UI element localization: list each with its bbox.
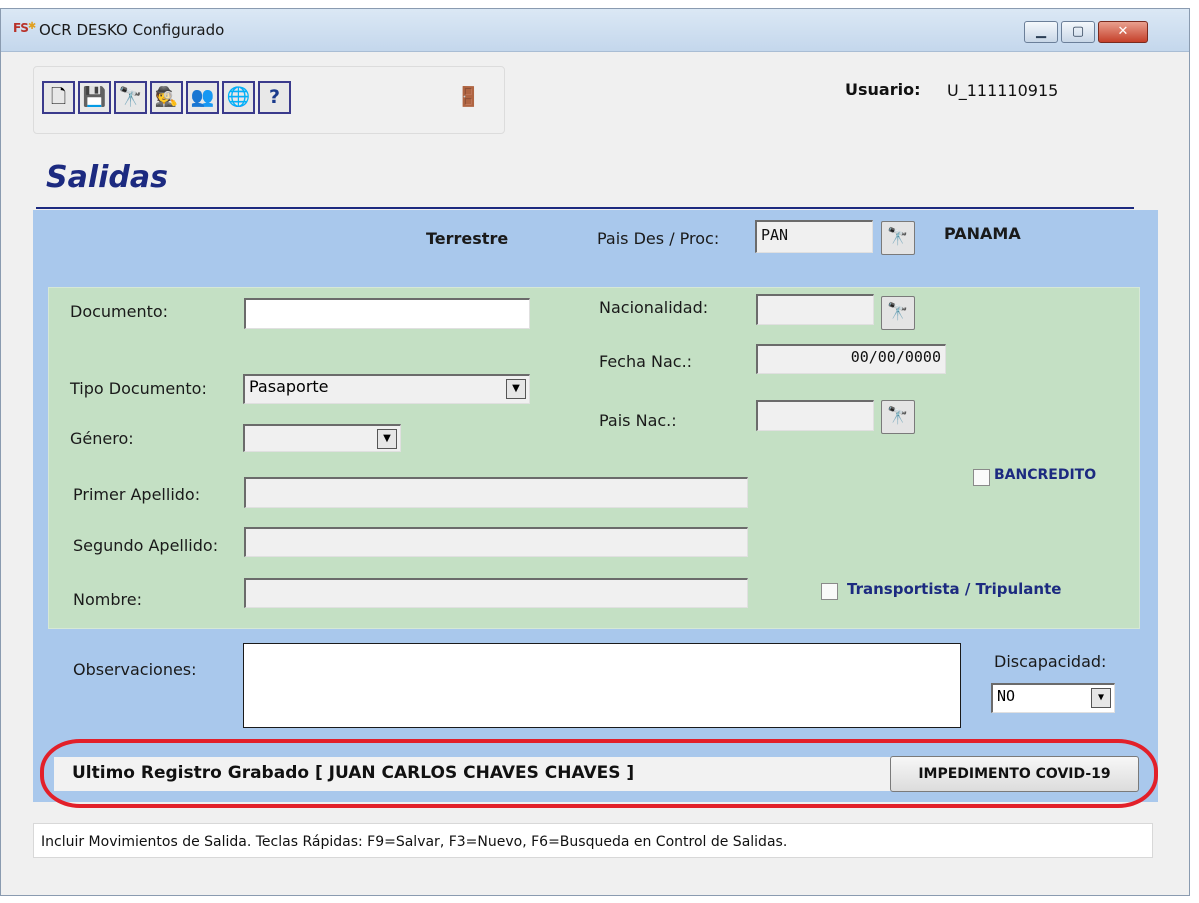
discapacidad-select[interactable]: NO ▼ xyxy=(991,683,1115,713)
app-logo-icon: FS✱ xyxy=(13,21,36,35)
genero-select[interactable]: ▼ xyxy=(243,424,401,452)
chevron-down-icon[interactable]: ▼ xyxy=(1091,688,1111,708)
pais-lookup-button[interactable]: 🔭 xyxy=(881,221,915,255)
chevron-down-icon[interactable]: ▼ xyxy=(377,429,397,449)
tipo-documento-label: Tipo Documento: xyxy=(70,379,207,398)
binoculars-icon: 🔭 xyxy=(118,86,143,108)
save-button[interactable]: 💾 xyxy=(78,81,111,114)
nacionalidad-label: Nacionalidad: xyxy=(599,298,709,317)
transportista-checkbox[interactable] xyxy=(821,583,838,600)
title-divider xyxy=(36,207,1134,209)
nombre-label: Nombre: xyxy=(73,590,142,609)
bancredito-label: BANCREDITO xyxy=(994,467,1097,483)
pais-des-label: Pais Des / Proc: xyxy=(597,229,720,248)
fecha-nac-label: Fecha Nac.: xyxy=(599,352,693,371)
documento-input[interactable] xyxy=(244,298,530,329)
nacionalidad-input[interactable] xyxy=(756,294,874,325)
spy-icon: 🕵 xyxy=(154,86,179,108)
new-icon: 🗋 xyxy=(50,86,67,108)
exit-button[interactable]: 🚪 xyxy=(452,81,485,114)
bancredito-checkbox[interactable] xyxy=(973,469,990,486)
close-button[interactable]: ✕ xyxy=(1098,21,1148,43)
chevron-down-icon[interactable]: ▼ xyxy=(506,379,526,399)
observaciones-textarea[interactable] xyxy=(243,643,961,728)
inspect-button[interactable]: 🕵 xyxy=(150,81,183,114)
user-value: U_111110915 xyxy=(947,81,1059,100)
help-icon: ? xyxy=(268,86,281,108)
segundo-apellido-input[interactable] xyxy=(244,527,748,557)
user-label: Usuario: xyxy=(845,80,921,99)
users-button[interactable]: 👥 xyxy=(186,81,219,114)
save-icon: 💾 xyxy=(82,86,107,108)
travel-mode-label: Terrestre xyxy=(426,229,509,248)
help-button[interactable]: ? xyxy=(258,81,291,114)
documento-label: Documento: xyxy=(70,302,169,321)
search-button[interactable]: 🔭 xyxy=(114,81,147,114)
globe-icon: 🌐 xyxy=(226,86,251,108)
pais-nac-input[interactable] xyxy=(756,400,874,431)
page-title: Salidas xyxy=(46,160,168,195)
transportista-label: Transportista / Tripulante xyxy=(847,580,1062,598)
tipo-documento-select[interactable]: Pasaporte ▼ xyxy=(243,374,530,404)
exit-door-icon: 🚪 xyxy=(456,86,481,108)
pais-nac-lookup-button[interactable]: 🔭 xyxy=(881,400,915,434)
nacionalidad-lookup-button[interactable]: 🔭 xyxy=(881,296,915,330)
observaciones-label: Observaciones: xyxy=(73,660,197,679)
status-text: Incluir Movimientos de Salida. Teclas Rá… xyxy=(41,834,788,850)
title-bar[interactable]: FS✱ OCR DESKO Configurado ▁ ▢ ✕ xyxy=(1,9,1189,52)
primer-apellido-label: Primer Apellido: xyxy=(73,485,201,504)
new-record-button[interactable]: 🗋 xyxy=(42,81,75,114)
globe-button[interactable]: 🌐 xyxy=(222,81,255,114)
pais-nac-label: Pais Nac.: xyxy=(599,411,677,430)
toolbar: 🗋 💾 🔭 🕵 👥 🌐 ? 🚪 xyxy=(33,66,505,134)
tipo-documento-value: Pasaporte xyxy=(249,377,329,396)
genero-label: Género: xyxy=(70,429,134,448)
window-title: OCR DESKO Configurado xyxy=(39,21,225,39)
discapacidad-label: Discapacidad: xyxy=(994,652,1107,671)
primer-apellido-input[interactable] xyxy=(244,477,748,508)
users-icon: 👥 xyxy=(190,86,215,108)
pais-des-input[interactable]: PAN xyxy=(755,220,873,253)
nombre-input[interactable] xyxy=(244,578,748,608)
segundo-apellido-label: Segundo Apellido: xyxy=(73,536,219,555)
minimize-button[interactable]: ▁ xyxy=(1024,21,1058,43)
binoculars-icon: 🔭 xyxy=(887,227,909,247)
highlight-annotation xyxy=(40,739,1158,808)
binoculars-icon: 🔭 xyxy=(887,406,909,426)
fecha-nac-input[interactable]: 00/00/0000 xyxy=(756,344,946,374)
pais-des-name: PANAMA xyxy=(944,224,1021,243)
maximize-button[interactable]: ▢ xyxy=(1061,21,1095,43)
binoculars-icon: 🔭 xyxy=(887,302,909,322)
discapacidad-value: NO xyxy=(997,687,1016,705)
